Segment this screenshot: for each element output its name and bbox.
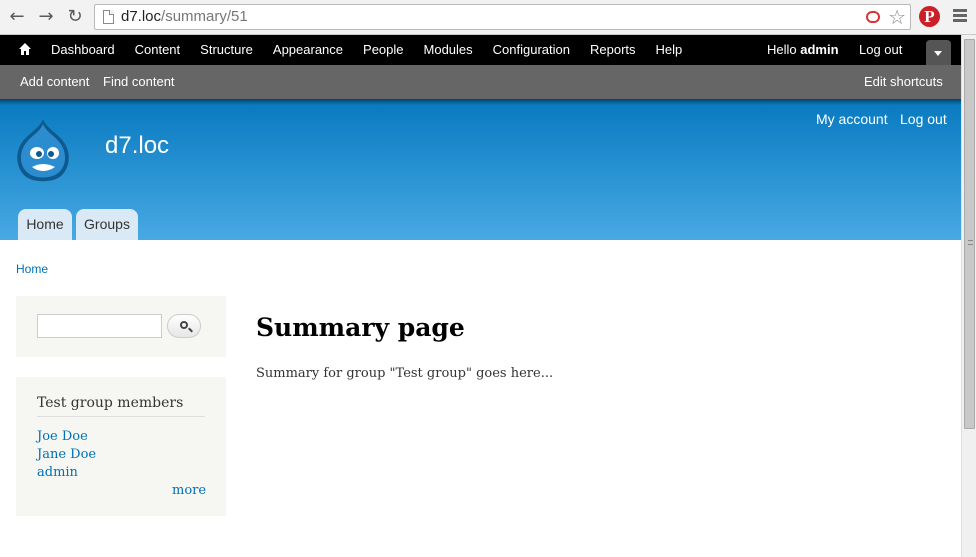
bookmark-star-icon[interactable]: ☆ <box>888 5 906 29</box>
hello-text: Hello <box>767 42 801 57</box>
admin-menu: Dashboard Content Structure Appearance P… <box>41 35 692 65</box>
url-text[interactable]: d7.loc/summary/51 <box>121 8 248 25</box>
admin-menu-help[interactable]: Help <box>646 35 693 65</box>
group-members-block: Test group members Joe Doe Jane Doe admi… <box>16 377 226 516</box>
forward-icon[interactable]: → <box>35 6 57 28</box>
shortcuts-toggle-button[interactable] <box>926 40 951 65</box>
edit-shortcuts-link[interactable]: Edit shortcuts <box>864 65 943 99</box>
member-link[interactable]: Joe Doe <box>37 429 88 444</box>
page-title: Summary page <box>256 313 465 342</box>
admin-menu-reports[interactable]: Reports <box>580 35 646 65</box>
admin-toolbar: Dashboard Content Structure Appearance P… <box>0 35 961 65</box>
url-path: /summary/51 <box>161 8 248 25</box>
search-input[interactable] <box>37 314 162 338</box>
admin-menu-content[interactable]: Content <box>125 35 191 65</box>
home-icon[interactable] <box>18 42 32 56</box>
member-link[interactable]: Jane Doe <box>37 447 96 462</box>
extension-icon[interactable] <box>866 11 880 23</box>
user-greeting: Hello admin <box>767 35 839 65</box>
more-link[interactable]: more <box>172 483 206 498</box>
breadcrumb[interactable]: Home <box>16 262 48 276</box>
my-account-link[interactable]: My account <box>816 111 888 127</box>
member-link[interactable]: admin <box>37 465 78 480</box>
reload-icon[interactable]: ↻ <box>64 6 86 28</box>
username[interactable]: admin <box>800 42 838 57</box>
browser-chrome: ← → ↻ d7.loc/summary/51 ☆ P <box>0 0 976 35</box>
admin-menu-people[interactable]: People <box>353 35 413 65</box>
pinterest-icon[interactable]: P <box>919 6 940 27</box>
find-content-link[interactable]: Find content <box>103 65 175 99</box>
admin-menu-structure[interactable]: Structure <box>190 35 263 65</box>
address-bar[interactable]: d7.loc/summary/51 ☆ <box>94 4 911 30</box>
admin-menu-modules[interactable]: Modules <box>414 35 483 65</box>
toolbar-logout-link[interactable]: Log out <box>859 35 902 65</box>
page-body: Summary for group "Test group" goes here… <box>256 366 554 381</box>
browser-menu-icon[interactable] <box>953 9 967 25</box>
page-icon <box>103 10 114 24</box>
toolbar-shadow <box>0 99 961 105</box>
back-icon[interactable]: ← <box>6 6 28 28</box>
search-icon <box>180 321 188 329</box>
admin-menu-appearance[interactable]: Appearance <box>263 35 353 65</box>
tab-groups[interactable]: Groups <box>76 209 138 240</box>
tab-home[interactable]: Home <box>18 209 72 240</box>
site-name[interactable]: d7.loc <box>105 132 169 160</box>
admin-menu-dashboard[interactable]: Dashboard <box>41 35 125 65</box>
scrollbar-thumb[interactable] <box>964 39 975 429</box>
drupal-logo-icon[interactable] <box>13 117 73 185</box>
header-logout-link[interactable]: Log out <box>900 111 947 127</box>
url-host: d7.loc <box>121 8 162 25</box>
block-title: Test group members <box>37 395 205 417</box>
search-block <box>16 296 226 357</box>
admin-menu-configuration[interactable]: Configuration <box>483 35 580 65</box>
page-scrollbar[interactable] <box>961 35 976 557</box>
search-button[interactable] <box>167 314 201 338</box>
shortcut-bar: Add content Find content Edit shortcuts <box>0 65 961 99</box>
add-content-link[interactable]: Add content <box>20 65 89 99</box>
site-header: d7.loc My account Log out Home Groups <box>0 99 961 240</box>
